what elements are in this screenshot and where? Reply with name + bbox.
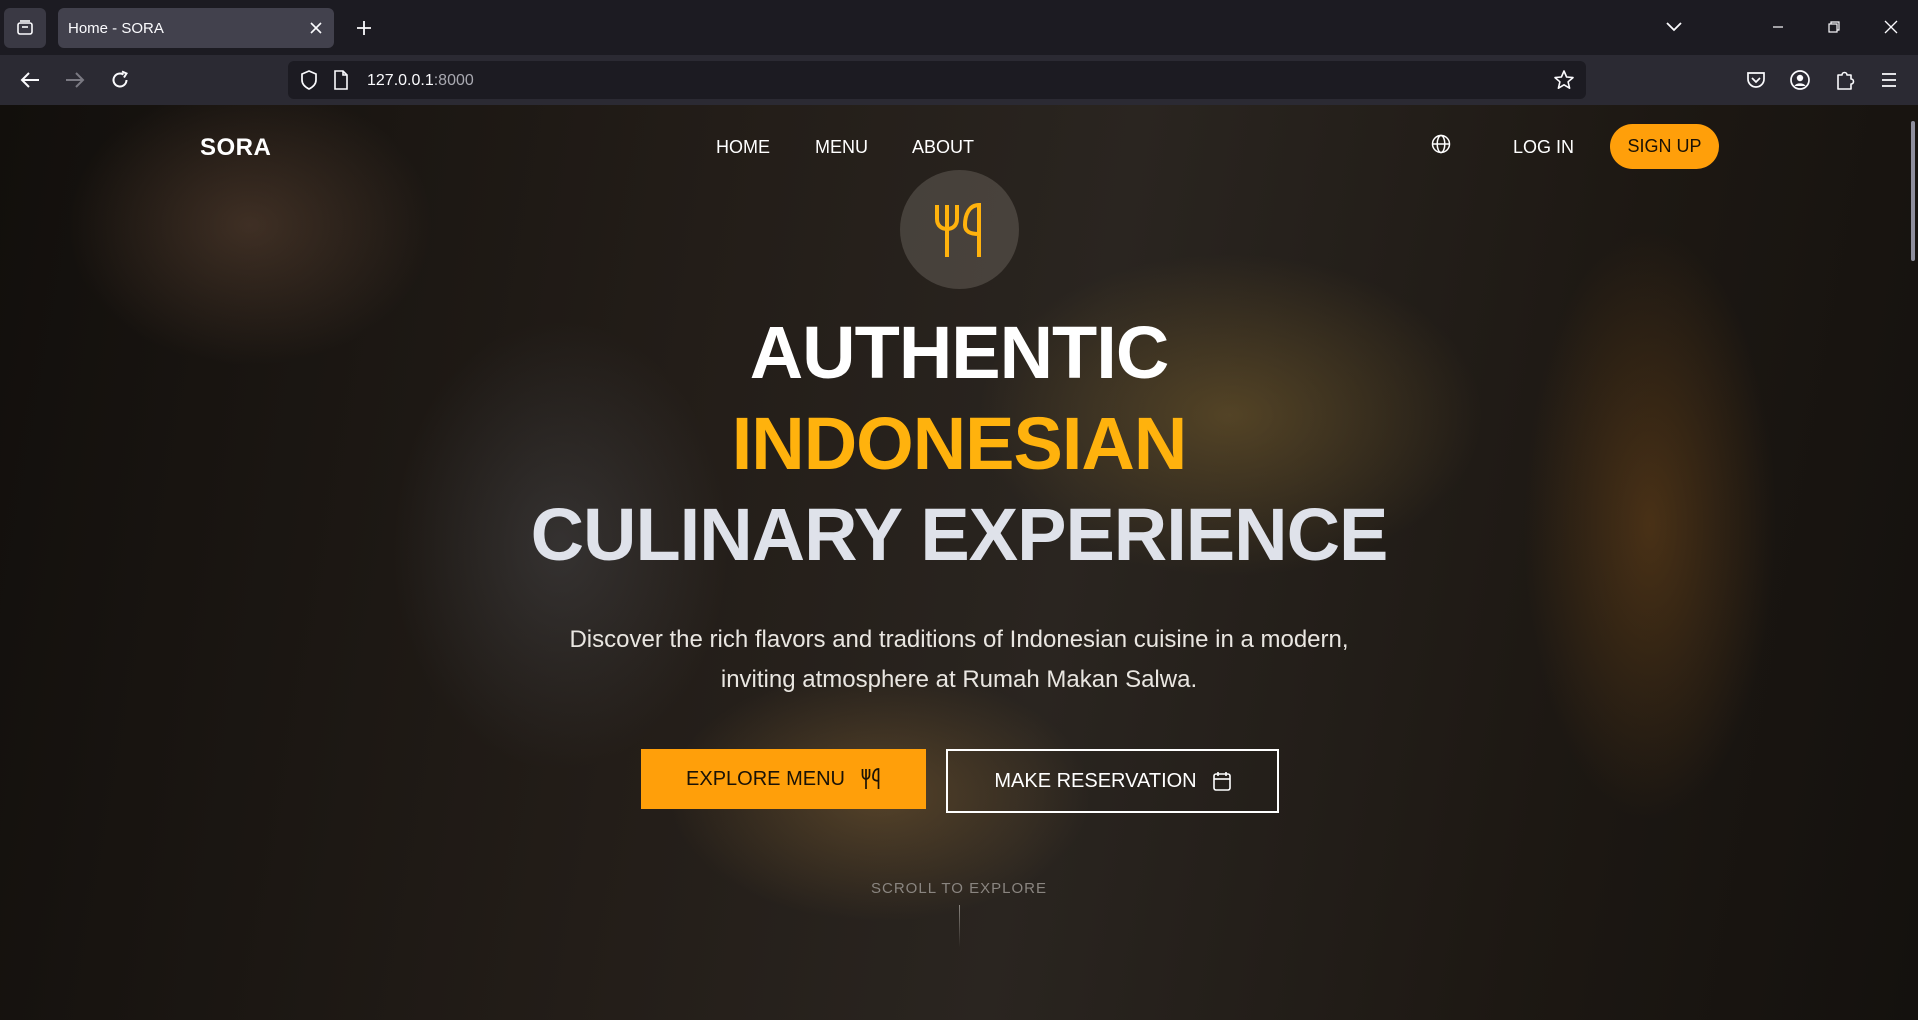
forward-arrow-icon — [66, 72, 85, 88]
close-icon — [310, 22, 322, 34]
utensils-emblem — [900, 170, 1019, 289]
url-host: 127.0.0.1 — [367, 72, 434, 89]
star-icon — [1554, 70, 1574, 89]
scroll-indicator-line — [959, 905, 960, 947]
hero-subtitle: Discover the rich flavors and traditions… — [0, 620, 1918, 700]
browser-nav-bar: 127.0.0.1:8000 — [0, 55, 1918, 105]
hero-subtitle-line-2: inviting atmosphere at Rumah Makan Salwa… — [720, 666, 1198, 693]
new-tab-button[interactable] — [350, 14, 378, 42]
url-port: :8000 — [433, 72, 474, 89]
login-link[interactable]: LOG IN — [1513, 137, 1574, 158]
menu-icon — [1882, 73, 1896, 87]
forward-button[interactable] — [60, 65, 90, 95]
back-arrow-icon — [20, 72, 39, 88]
chevron-down-icon — [1666, 22, 1682, 32]
address-bar[interactable]: 127.0.0.1:8000 — [288, 61, 1586, 99]
explore-menu-button[interactable]: EXPLORE MENU — [641, 749, 926, 809]
tab-list-icon — [17, 20, 33, 35]
minimize-button[interactable] — [1763, 12, 1793, 42]
language-button[interactable] — [1428, 131, 1454, 157]
hero-title-line-1: AUTHENTIC — [749, 311, 1170, 394]
restore-button[interactable] — [1819, 12, 1849, 42]
list-all-tabs-button[interactable] — [1659, 12, 1689, 42]
tab-list-button[interactable] — [4, 8, 46, 48]
signup-button[interactable]: SIGN UP — [1610, 124, 1719, 169]
tab-title: Home - SORA — [68, 19, 164, 37]
url-text: 127.0.0.1:8000 — [367, 72, 474, 90]
shield-icon — [301, 70, 317, 90]
nav-link-about[interactable]: ABOUT — [912, 137, 974, 158]
page-info-button[interactable] — [330, 69, 352, 91]
page-icon — [334, 70, 348, 90]
account-button[interactable] — [1785, 65, 1815, 95]
browser-tab-bar: Home - SORA — [0, 0, 1918, 55]
extensions-button[interactable] — [1830, 65, 1860, 95]
hero-title-line-2: INDONESIAN — [731, 402, 1188, 485]
back-button[interactable] — [15, 65, 45, 95]
scroll-hint: SCROLL TO EXPLORE — [871, 880, 1047, 897]
site-logo[interactable]: SORA — [200, 134, 271, 162]
calendar-icon — [1212, 772, 1231, 791]
make-reservation-label: MAKE RESERVATION — [994, 769, 1197, 792]
app-menu-button[interactable] — [1874, 65, 1904, 95]
page-viewport: SORA HOME MENU ABOUT LOG IN SIGN UP AUTH… — [0, 105, 1918, 1020]
extensions-icon — [1837, 71, 1855, 90]
tab-close-button[interactable] — [306, 18, 326, 38]
pocket-button[interactable] — [1741, 65, 1771, 95]
nav-link-menu[interactable]: MENU — [815, 137, 868, 158]
page-scrollbar[interactable] — [1911, 121, 1915, 261]
pocket-icon — [1747, 72, 1765, 88]
reload-icon — [112, 70, 128, 88]
minimize-icon — [1773, 26, 1783, 28]
account-icon — [1790, 70, 1810, 90]
make-reservation-button[interactable]: MAKE RESERVATION — [946, 749, 1279, 813]
bookmark-button[interactable] — [1553, 69, 1575, 91]
utensils-icon — [934, 202, 981, 257]
hero-title-line-3: CULINARY EXPERIENCE — [530, 493, 1389, 576]
hero-subtitle-line-1: Discover the rich flavors and traditions… — [569, 626, 1349, 653]
active-tab[interactable]: Home - SORA — [58, 8, 334, 48]
plus-icon — [357, 21, 371, 35]
site-security-button[interactable] — [298, 69, 320, 91]
reload-button[interactable] — [105, 65, 135, 95]
close-window-icon — [1884, 20, 1898, 34]
globe-icon — [1431, 134, 1451, 154]
restore-icon — [1828, 21, 1840, 33]
close-window-button[interactable] — [1876, 12, 1906, 42]
nav-link-home[interactable]: HOME — [716, 137, 770, 158]
utensils-icon — [861, 768, 880, 789]
explore-menu-label: EXPLORE MENU — [686, 767, 845, 790]
